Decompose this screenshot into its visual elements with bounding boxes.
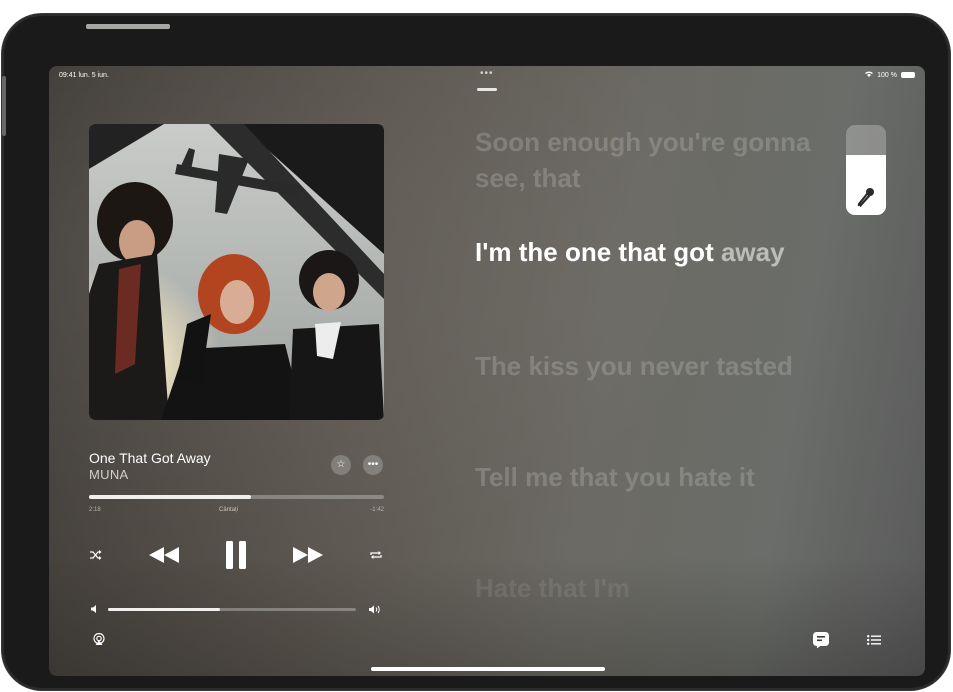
fast-forward-icon bbox=[293, 547, 323, 563]
more-button[interactable]: ••• bbox=[363, 455, 383, 475]
wifi-icon bbox=[865, 71, 874, 79]
battery-icon bbox=[901, 72, 915, 78]
volume-slider[interactable] bbox=[108, 608, 356, 611]
grabber-handle[interactable] bbox=[477, 88, 497, 91]
queue-list-icon bbox=[867, 635, 881, 645]
lyric-sung-part: I'm the one that got bbox=[475, 237, 714, 267]
repeat-icon bbox=[370, 551, 382, 559]
airplay-icon bbox=[93, 633, 105, 645]
lyric-line-next[interactable]: The kiss you never tasted bbox=[475, 348, 835, 384]
volume-fill bbox=[108, 608, 220, 611]
lyric-line-current[interactable]: I'm the one that got away bbox=[475, 234, 835, 270]
vocal-volume-slider[interactable] bbox=[846, 125, 886, 215]
screen: 09:41 lun. 5 iun. 100 % ••• One That Got… bbox=[49, 66, 925, 676]
pause-button[interactable] bbox=[223, 540, 249, 570]
battery-label: 100 % bbox=[877, 71, 897, 79]
lyric-line-upcoming[interactable]: Hate that I'm bbox=[475, 570, 835, 606]
repeat-button[interactable] bbox=[367, 546, 385, 564]
pause-icon bbox=[226, 541, 246, 569]
playback-scrubber[interactable] bbox=[89, 495, 384, 499]
ellipsis-icon: ••• bbox=[367, 459, 379, 470]
side-button bbox=[2, 76, 6, 136]
home-indicator[interactable] bbox=[371, 667, 605, 671]
next-button[interactable] bbox=[291, 544, 325, 566]
status-date: lun. 5 iun. bbox=[78, 72, 109, 79]
sing-label: Cântați bbox=[219, 507, 239, 513]
speaker-low-icon bbox=[89, 604, 99, 614]
speaker-high-icon bbox=[367, 603, 383, 615]
multitasking-dots[interactable]: ••• bbox=[480, 69, 494, 79]
track-artist[interactable]: MUNA bbox=[89, 467, 128, 482]
microphone-icon bbox=[846, 183, 886, 211]
airplay-button[interactable] bbox=[92, 632, 106, 646]
lyric-line-previous[interactable]: Soon enough you're gonna see, that bbox=[475, 124, 835, 196]
lyrics-button[interactable] bbox=[812, 631, 830, 649]
previous-button[interactable] bbox=[147, 544, 181, 566]
track-title[interactable]: One That Got Away bbox=[89, 450, 211, 466]
playback-progress-fill bbox=[89, 495, 252, 499]
rewind-icon bbox=[149, 547, 179, 563]
lyric-line-following[interactable]: Tell me that you hate it bbox=[475, 459, 835, 495]
queue-button[interactable] bbox=[866, 632, 882, 648]
lyric-unsung-part: away bbox=[720, 237, 785, 267]
favorite-button[interactable]: ☆ bbox=[331, 455, 351, 475]
status-indicators: 100 % bbox=[865, 71, 915, 79]
status-time: 09:41 lun. 5 iun. bbox=[59, 72, 109, 79]
shuffle-icon bbox=[90, 550, 102, 560]
elapsed-time: 2:18 bbox=[89, 507, 101, 513]
status-clock: 09:41 bbox=[59, 72, 77, 79]
album-artwork bbox=[89, 124, 384, 420]
top-button bbox=[86, 24, 170, 29]
ipad-frame: 09:41 lun. 5 iun. 100 % ••• One That Got… bbox=[2, 14, 950, 690]
remaining-time: -1:42 bbox=[370, 507, 384, 513]
shuffle-button[interactable] bbox=[87, 546, 105, 564]
star-icon: ☆ bbox=[336, 459, 346, 470]
lyrics-icon bbox=[813, 632, 829, 648]
